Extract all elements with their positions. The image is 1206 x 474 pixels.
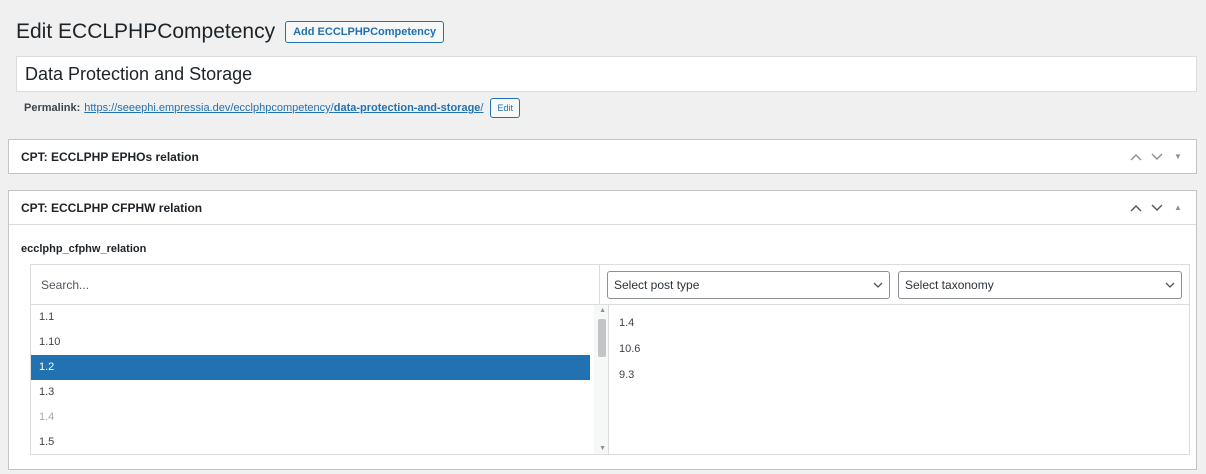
chevron-up-icon[interactable] bbox=[1130, 201, 1142, 215]
filter-selects: Select post type Select taxonomy bbox=[600, 265, 1189, 304]
post-title-input[interactable]: Data Protection and Storage bbox=[16, 56, 1197, 92]
choices-list: 1.1 1.10 1.2 1.3 1.4 1.5 ▲ ▼ bbox=[31, 305, 609, 454]
selected-values-list: 1.4 10.6 9.3 bbox=[609, 305, 1189, 454]
permalink-slug: data-protection-and-storage bbox=[333, 102, 481, 114]
postbox-ephos-relation: CPT: ECCLPHP EPHOs relation ▼ bbox=[8, 139, 1197, 174]
chevron-down-icon bbox=[1165, 280, 1175, 291]
chevron-down-icon[interactable] bbox=[1151, 201, 1163, 215]
taxonomy-select-label: Select taxonomy bbox=[905, 278, 994, 292]
post-type-select[interactable]: Select post type bbox=[607, 271, 890, 299]
scroll-thumb[interactable] bbox=[598, 319, 606, 357]
scroll-down-arrow-icon[interactable]: ▼ bbox=[599, 445, 606, 452]
relation-field-label: ecclphp_cfphw_relation bbox=[21, 243, 147, 255]
postbox-title: CPT: ECCLPHP EPHOs relation bbox=[21, 149, 199, 164]
choice-item[interactable]: 1.3 bbox=[31, 380, 590, 405]
chevron-up-icon[interactable] bbox=[1130, 150, 1142, 164]
relationship-lists: 1.1 1.10 1.2 1.3 1.4 1.5 ▲ ▼ 1.4 10.6 9.… bbox=[31, 305, 1189, 454]
postbox-header[interactable]: CPT: ECCLPHP CFPHW relation ▲ bbox=[9, 191, 1196, 225]
permalink-link[interactable]: https://seeephi.empressia.dev/ecclphpcom… bbox=[84, 102, 483, 114]
postbox-header[interactable]: CPT: ECCLPHP EPHOs relation ▼ bbox=[9, 140, 1196, 173]
choice-item[interactable]: 1.5 bbox=[31, 430, 590, 454]
permalink-label: Permalink: bbox=[24, 102, 81, 114]
post-type-select-label: Select post type bbox=[614, 278, 700, 292]
caret-down-icon[interactable]: ▼ bbox=[1172, 152, 1184, 161]
choice-item[interactable]: 1.10 bbox=[31, 330, 590, 355]
permalink-base: https://seeephi.empressia.dev/ecclphpcom… bbox=[84, 102, 334, 114]
choice-item-disabled: 1.4 bbox=[39, 411, 55, 423]
choices-scrollbar[interactable]: ▲ ▼ bbox=[594, 305, 608, 454]
scroll-up-arrow-icon[interactable]: ▲ bbox=[599, 307, 606, 314]
postbox-handles: ▼ bbox=[1130, 150, 1184, 164]
postbox-cfphw-relation: CPT: ECCLPHP CFPHW relation ▲ ecclphp_cf… bbox=[8, 190, 1197, 470]
postbox-handles: ▲ bbox=[1130, 201, 1184, 215]
page-title: Edit ECCLPHPCompetency bbox=[16, 20, 276, 43]
postbox-title: CPT: ECCLPHP CFPHW relation bbox=[21, 200, 203, 215]
chevron-down-icon[interactable] bbox=[1151, 150, 1163, 164]
add-new-button[interactable]: Add ECCLPHPCompetency bbox=[285, 21, 445, 43]
taxonomy-select[interactable]: Select taxonomy bbox=[898, 271, 1182, 299]
page-header: Edit ECCLPHPCompetency Add ECCLPHPCompet… bbox=[16, 18, 445, 46]
search-input[interactable]: Search... bbox=[31, 265, 600, 305]
permalink: Permalink: https://seeephi.empressia.dev… bbox=[24, 98, 520, 118]
permalink-end: / bbox=[480, 102, 484, 114]
value-item[interactable]: 9.3 bbox=[609, 367, 1189, 393]
choice-item[interactable]: 1.1 bbox=[31, 305, 590, 330]
permalink-edit-button[interactable]: Edit bbox=[490, 98, 520, 118]
value-item[interactable]: 1.4 bbox=[609, 315, 1189, 341]
choice-item-selected[interactable]: 1.2 bbox=[31, 355, 590, 380]
value-item[interactable]: 10.6 bbox=[609, 341, 1189, 367]
relationship-field: Search... Select post type Select taxono… bbox=[30, 264, 1190, 455]
relationship-filters: Search... Select post type Select taxono… bbox=[31, 265, 1189, 305]
caret-up-icon[interactable]: ▲ bbox=[1172, 203, 1184, 212]
chevron-down-icon bbox=[873, 280, 883, 291]
